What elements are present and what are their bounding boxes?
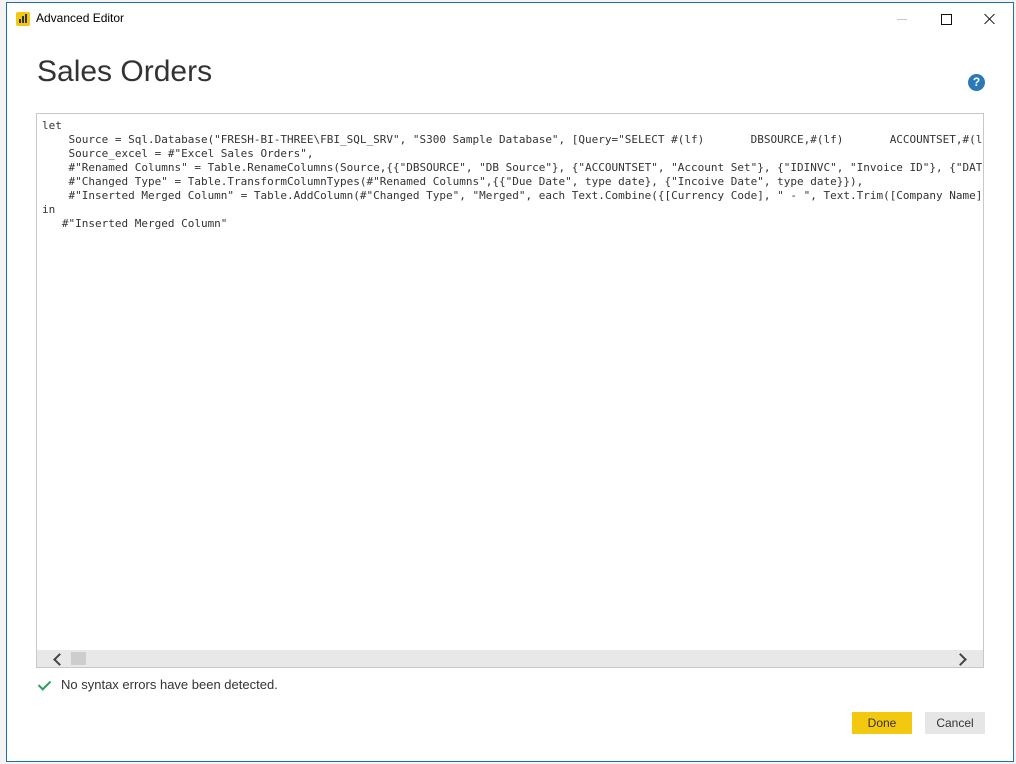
status-message: No syntax errors have been detected. bbox=[61, 676, 278, 692]
syntax-status: No syntax errors have been detected. bbox=[39, 675, 278, 693]
code-editor[interactable]: let Source = Sql.Database("FRESH-BI-THRE… bbox=[36, 113, 984, 668]
done-button[interactable]: Done bbox=[852, 712, 912, 734]
code-area[interactable]: let Source = Sql.Database("FRESH-BI-THRE… bbox=[42, 119, 982, 654]
minimize-icon bbox=[897, 18, 907, 20]
maximize-icon bbox=[940, 13, 952, 25]
code-line[interactable]: in bbox=[42, 203, 982, 217]
horizontal-scrollbar[interactable] bbox=[37, 650, 983, 667]
powerbi-app-icon bbox=[16, 12, 30, 26]
maximize-button[interactable] bbox=[923, 3, 969, 35]
code-line[interactable]: #"Inserted Merged Column" = Table.AddCol… bbox=[42, 189, 982, 203]
advanced-editor-window: Advanced Editor Sales Orders ? let Sourc… bbox=[6, 2, 1014, 762]
code-line[interactable]: #"Renamed Columns" = Table.RenameColumns… bbox=[42, 161, 982, 175]
minimize-button[interactable] bbox=[879, 3, 925, 35]
title-bar[interactable]: Advanced Editor bbox=[7, 3, 1013, 35]
window-title: Advanced Editor bbox=[36, 11, 125, 25]
chevron-left-icon bbox=[53, 653, 66, 666]
chevron-right-icon bbox=[954, 653, 967, 666]
close-button[interactable] bbox=[967, 3, 1013, 35]
scroll-left-button[interactable] bbox=[51, 652, 66, 666]
code-line[interactable]: #"Changed Type" = Table.TransformColumnT… bbox=[42, 175, 982, 189]
code-line[interactable]: Source = Sql.Database("FRESH-BI-THREE\FB… bbox=[42, 133, 982, 147]
help-icon[interactable]: ? bbox=[968, 74, 985, 91]
code-line[interactable]: let bbox=[42, 119, 982, 133]
code-line[interactable]: #"Inserted Merged Column" bbox=[42, 217, 982, 231]
query-title: Sales Orders bbox=[37, 55, 213, 88]
scroll-right-button[interactable] bbox=[954, 652, 969, 666]
cancel-button[interactable]: Cancel bbox=[925, 712, 985, 734]
check-icon bbox=[39, 678, 52, 691]
close-icon bbox=[984, 13, 996, 25]
scrollbar-thumb[interactable] bbox=[71, 652, 86, 665]
code-line[interactable]: Source_excel = #"Excel Sales Orders", bbox=[42, 147, 982, 161]
